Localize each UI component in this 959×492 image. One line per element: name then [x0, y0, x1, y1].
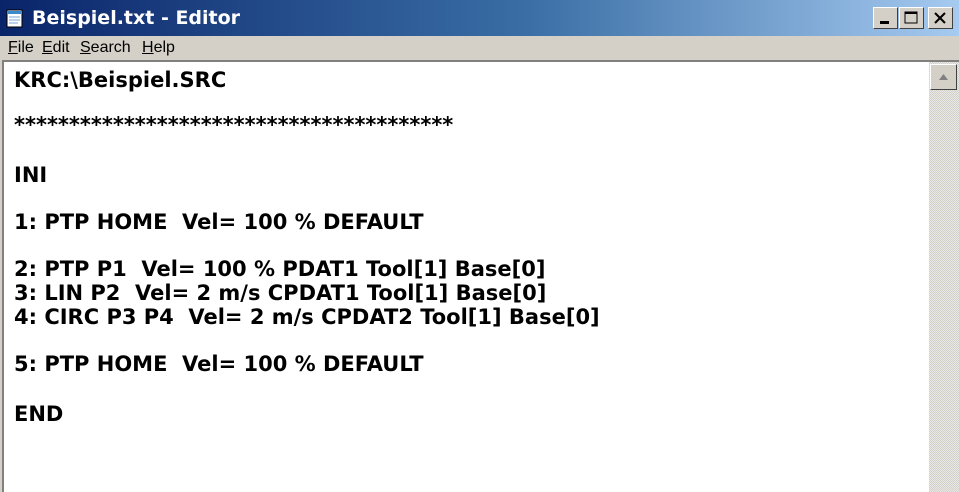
- maximize-icon: [904, 11, 918, 24]
- code-line-5: 5: PTP HOME Vel= 100 % DEFAULT: [14, 352, 424, 376]
- menu-file-accel: F: [8, 39, 18, 56]
- vertical-scrollbar[interactable]: [929, 62, 959, 492]
- maximize-button[interactable]: [899, 7, 924, 29]
- minimize-icon: [880, 21, 889, 24]
- menu-edit[interactable]: Edit: [42, 38, 70, 58]
- menu-search[interactable]: Search: [80, 38, 131, 58]
- scroll-up-button[interactable]: [930, 64, 957, 90]
- close-button[interactable]: [928, 7, 953, 29]
- close-icon: [934, 12, 946, 24]
- code-line-separator: ****************************************: [14, 113, 454, 137]
- title-bar[interactable]: Beispiel.txt - Editor: [0, 0, 959, 36]
- menu-help-accel: H: [142, 39, 154, 56]
- code-line-2: 2: PTP P1 Vel= 100 % PDAT1 Tool[1] Base[…: [14, 257, 546, 281]
- editor-window: Beispiel.txt - Editor File Edit Search H…: [0, 0, 959, 492]
- scroll-up-arrow-icon: [939, 74, 948, 80]
- menu-search-label: earch: [90, 39, 131, 56]
- menu-edit-label: dit: [52, 39, 70, 56]
- notepad-icon: [6, 9, 23, 28]
- menu-search-accel: S: [80, 39, 91, 56]
- menu-bar: File Edit Search Help: [0, 36, 959, 60]
- code-line-3: 3: LIN P2 Vel= 2 m/s CPDAT1 Tool[1] Base…: [14, 281, 547, 305]
- minimize-button[interactable]: [873, 7, 898, 29]
- menu-help[interactable]: Help: [142, 38, 175, 58]
- code-line-header: KRC:\Beispiel.SRC: [14, 68, 227, 92]
- code-line-4: 4: CIRC P3 P4 Vel= 2 m/s CPDAT2 Tool[1] …: [14, 305, 600, 329]
- code-line-1: 1: PTP HOME Vel= 100 % DEFAULT: [14, 210, 424, 234]
- code-line-ini: INI: [14, 163, 48, 187]
- window-title: Beispiel.txt - Editor: [32, 7, 241, 29]
- menu-file-label: ile: [17, 39, 34, 56]
- menu-file[interactable]: File: [8, 38, 34, 58]
- text-editor[interactable]: KRC:\Beispiel.SRC **********************…: [4, 62, 929, 492]
- menu-help-label: elp: [153, 39, 175, 56]
- editor-client-area: KRC:\Beispiel.SRC **********************…: [2, 60, 959, 492]
- code-line-end: END: [14, 402, 64, 426]
- menu-edit-accel: E: [42, 39, 53, 56]
